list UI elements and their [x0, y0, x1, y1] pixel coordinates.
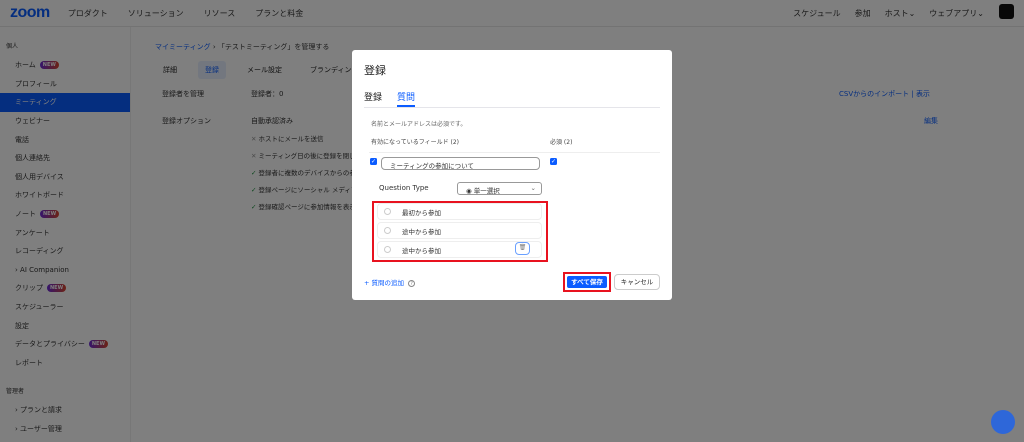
save-all-button[interactable]: すべて保存 [567, 276, 607, 288]
radio-icon [384, 227, 391, 234]
trash-icon[interactable]: 🗑 [515, 242, 530, 255]
question-type-value: 単一選択 [473, 187, 500, 195]
help-icon[interactable]: ? [408, 280, 416, 287]
fields-header: 有効になっているフィールド (2) [371, 139, 459, 146]
radio-icon [384, 208, 391, 215]
question-type-label: Question Type [379, 184, 429, 192]
add-question-label: 質問の追加 [371, 279, 405, 287]
modal-tab-registration[interactable]: 登録 [364, 87, 382, 107]
enable-checkbox[interactable]: ✓ [370, 158, 377, 165]
modal-title: 登録 [364, 64, 386, 77]
answer-text: 途中から参加 [402, 228, 441, 236]
radio-icon [384, 246, 391, 253]
cancel-button[interactable]: キャンセル [614, 274, 660, 290]
add-question-button[interactable]: + 質問の追加? [364, 277, 416, 287]
answer-text: 最初から参加 [402, 209, 441, 217]
modal-tab-questions[interactable]: 質問 [397, 87, 416, 107]
chevron-down-icon: ⌄ [530, 184, 536, 192]
required-checkbox[interactable]: ✓ [550, 158, 557, 165]
registration-modal: 登録 登録 質問 名前とメールアドレスは必須です。 有効になっているフィールド … [352, 50, 672, 300]
chat-icon[interactable] [991, 410, 1015, 434]
answer-option-2[interactable]: 途中から参加 [377, 222, 542, 239]
required-note: 名前とメールアドレスは必須です。 [371, 121, 467, 128]
question-type-select[interactable]: ◉ 単一選択 ⌄ [457, 182, 542, 195]
answer-option-1[interactable]: 最初から参加 [377, 203, 542, 220]
answer-text: 途中から参加 [402, 247, 441, 255]
divider [369, 152, 660, 153]
required-header: 必須 (2) [550, 139, 573, 146]
question-input[interactable]: ミーティングの参加について [381, 157, 540, 170]
